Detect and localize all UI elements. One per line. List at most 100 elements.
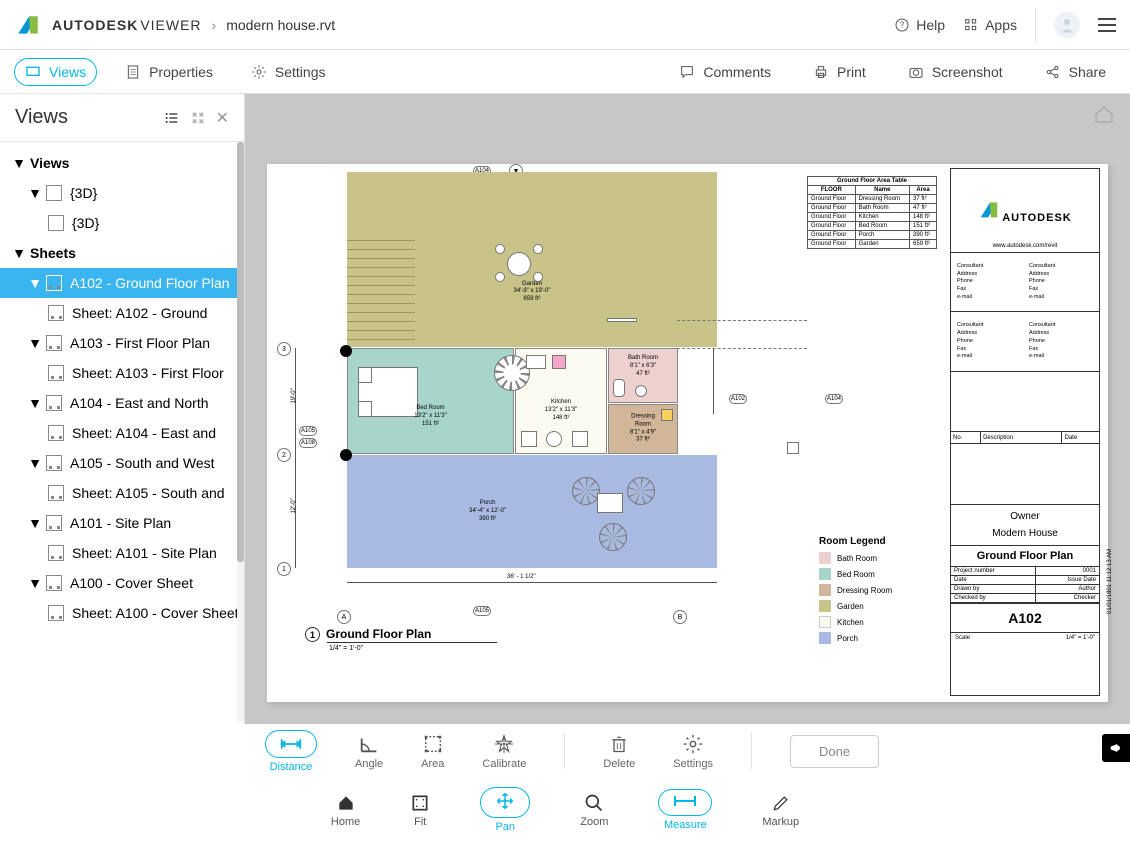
print-icon [813,64,829,80]
tree-item-a103[interactable]: ▼A103 - First Floor Plan [0,328,244,358]
megaphone-icon [1108,740,1124,756]
room-kitchen: Kitchen 13'2" x 11'3" 148 ft² [515,348,607,454]
cube-icon [48,215,64,231]
help-button[interactable]: ? Help [894,17,945,33]
sheet-icon [46,275,62,291]
tree-item-a100[interactable]: ▼A100 - Cover Sheet [0,568,244,598]
zoom-tool[interactable]: Zoom [580,793,608,828]
garden-label: Garden 34'-9" x 19'-0" 659 ft² [514,281,551,304]
distance-icon [280,735,302,753]
sheet-icon [48,425,64,441]
properties-tab[interactable]: Properties [115,59,223,85]
sheet-icon [48,365,64,381]
room-bath: Bath Room 8'1" x 6'3" 47 ft² [608,348,678,403]
markup-tool[interactable]: Markup [762,793,799,828]
share-icon [1045,64,1061,80]
tree-item-a100-sheet[interactable]: Sheet: A100 - Cover Sheet [0,598,244,628]
svg-text:?: ? [900,20,905,29]
screenshot-button[interactable]: Screenshot [898,59,1013,85]
calibrate-tool[interactable]: Calibrate [482,733,526,770]
room-legend: Room Legend Bath Room Bed Room Dressing … [819,536,929,648]
avatar[interactable] [1054,12,1080,38]
tree-item-3d-child[interactable]: {3D} [0,208,244,238]
home-cube-icon[interactable] [1092,102,1116,131]
apps-label: Apps [985,17,1017,33]
sheet-icon [48,545,64,561]
grid-view-icon[interactable] [190,110,206,126]
close-icon[interactable]: ✕ [216,108,229,128]
pan-tool[interactable]: Pan [480,787,530,833]
settings-label: Settings [275,64,326,80]
angle-icon [358,733,380,755]
area-table: Ground Floor Area Table FLOORNameArea Gr… [807,176,937,249]
autodesk-logo-icon [978,199,1000,221]
apps-icon [963,17,979,33]
views-tree: ▼Views ▼{3D} {3D} ▼Sheets ▼A102 - Ground… [0,142,244,634]
tree-item-a103-sheet[interactable]: Sheet: A103 - First Floor [0,358,244,388]
sidebar-scrollbar[interactable] [237,142,244,722]
area-icon [422,733,444,755]
fit-tool[interactable]: Fit [410,793,430,828]
tree-item-a102[interactable]: ▼A102 - Ground Floor Plan [0,268,244,298]
gear-icon [251,64,267,80]
views-tab[interactable]: Views [14,58,97,86]
filename: modern house.rvt [226,17,335,33]
room-bedroom: Bed Room 13'2" x 11'3" 151 ft² [347,348,514,454]
properties-icon [125,64,141,80]
drawing-sheet: A104 ▼ Garden 34'-9" x 19'-0" 659 ft² [267,164,1108,702]
tree-item-a105-sheet[interactable]: Sheet: A105 - South and [0,478,244,508]
tree-item-3d[interactable]: ▼{3D} [0,178,244,208]
measure-toolbar: Distance Angle Area Calibrate Delete Set… [245,724,1130,778]
floor-plan: A104 ▼ Garden 34'-9" x 19'-0" 659 ft² [277,172,817,662]
cube-icon [46,185,62,201]
header-divider [1035,8,1036,42]
calibrate-icon [493,733,515,755]
area-tool[interactable]: Area [421,733,444,770]
measure-tool[interactable]: Measure [658,789,712,831]
help-label: Help [916,17,945,33]
brand-secondary: VIEWER [140,17,201,33]
top-header: AUTODESK VIEWER › modern house.rvt ? Hel… [0,0,1130,50]
home-icon [336,793,356,813]
sheet-icon [46,335,62,351]
print-button[interactable]: Print [803,59,876,85]
tree-item-a101[interactable]: ▼A101 - Site Plan [0,508,244,538]
main-toolbar: Views Properties Settings Comments Print… [0,50,1130,94]
angle-tool[interactable]: Angle [355,733,383,770]
tree-section-sheets[interactable]: ▼Sheets [0,238,244,268]
user-icon [1058,16,1076,34]
list-view-icon[interactable] [164,110,180,126]
home-tool[interactable]: Home [331,793,360,828]
sheet-icon [46,575,62,591]
tree-item-a104-sheet[interactable]: Sheet: A104 - East and [0,418,244,448]
tree-section-views[interactable]: ▼Views [0,148,244,178]
tree-item-a104[interactable]: ▼A104 - East and North [0,388,244,418]
chevron-right-icon: › [212,17,217,33]
sidebar-title: Views [15,106,164,129]
done-button[interactable]: Done [790,735,879,768]
delete-tool[interactable]: Delete [603,733,635,770]
menu-button[interactable] [1098,18,1116,32]
sidebar: Views ✕ ▼Views ▼{3D} {3D} ▼Sheets ▼A102 … [0,94,245,724]
comments-button[interactable]: Comments [669,59,781,85]
tree-item-a101-sheet[interactable]: Sheet: A101 - Site Plan [0,538,244,568]
share-button[interactable]: Share [1035,59,1116,85]
sheet-icon [48,605,64,621]
distance-tool[interactable]: Distance [265,730,317,773]
gear-icon [682,733,704,755]
views-label: Views [49,64,86,80]
bottom-nav: Home Fit Pan Zoom Measure Markup [0,782,1130,838]
help-icon: ? [894,17,910,33]
brand-primary: AUTODESK [52,17,138,33]
settings-tab[interactable]: Settings [241,59,336,85]
room-porch: Porch 34'-4" x 12'-0" 390 ft² [347,455,717,568]
room-dressing: Dressing Room 8'1" x 4'9" 37 ft² [608,404,678,454]
feedback-button[interactable] [1102,734,1130,762]
tree-item-a105[interactable]: ▼A105 - South and West [0,448,244,478]
apps-button[interactable]: Apps [963,17,1017,33]
measure-settings-tool[interactable]: Settings [673,733,713,770]
tree-item-a102-sheet[interactable]: Sheet: A102 - Ground [0,298,244,328]
viewer-canvas[interactable]: A104 ▼ Garden 34'-9" x 19'-0" 659 ft² [245,94,1130,724]
stairs [347,232,415,347]
pan-icon [495,791,515,811]
